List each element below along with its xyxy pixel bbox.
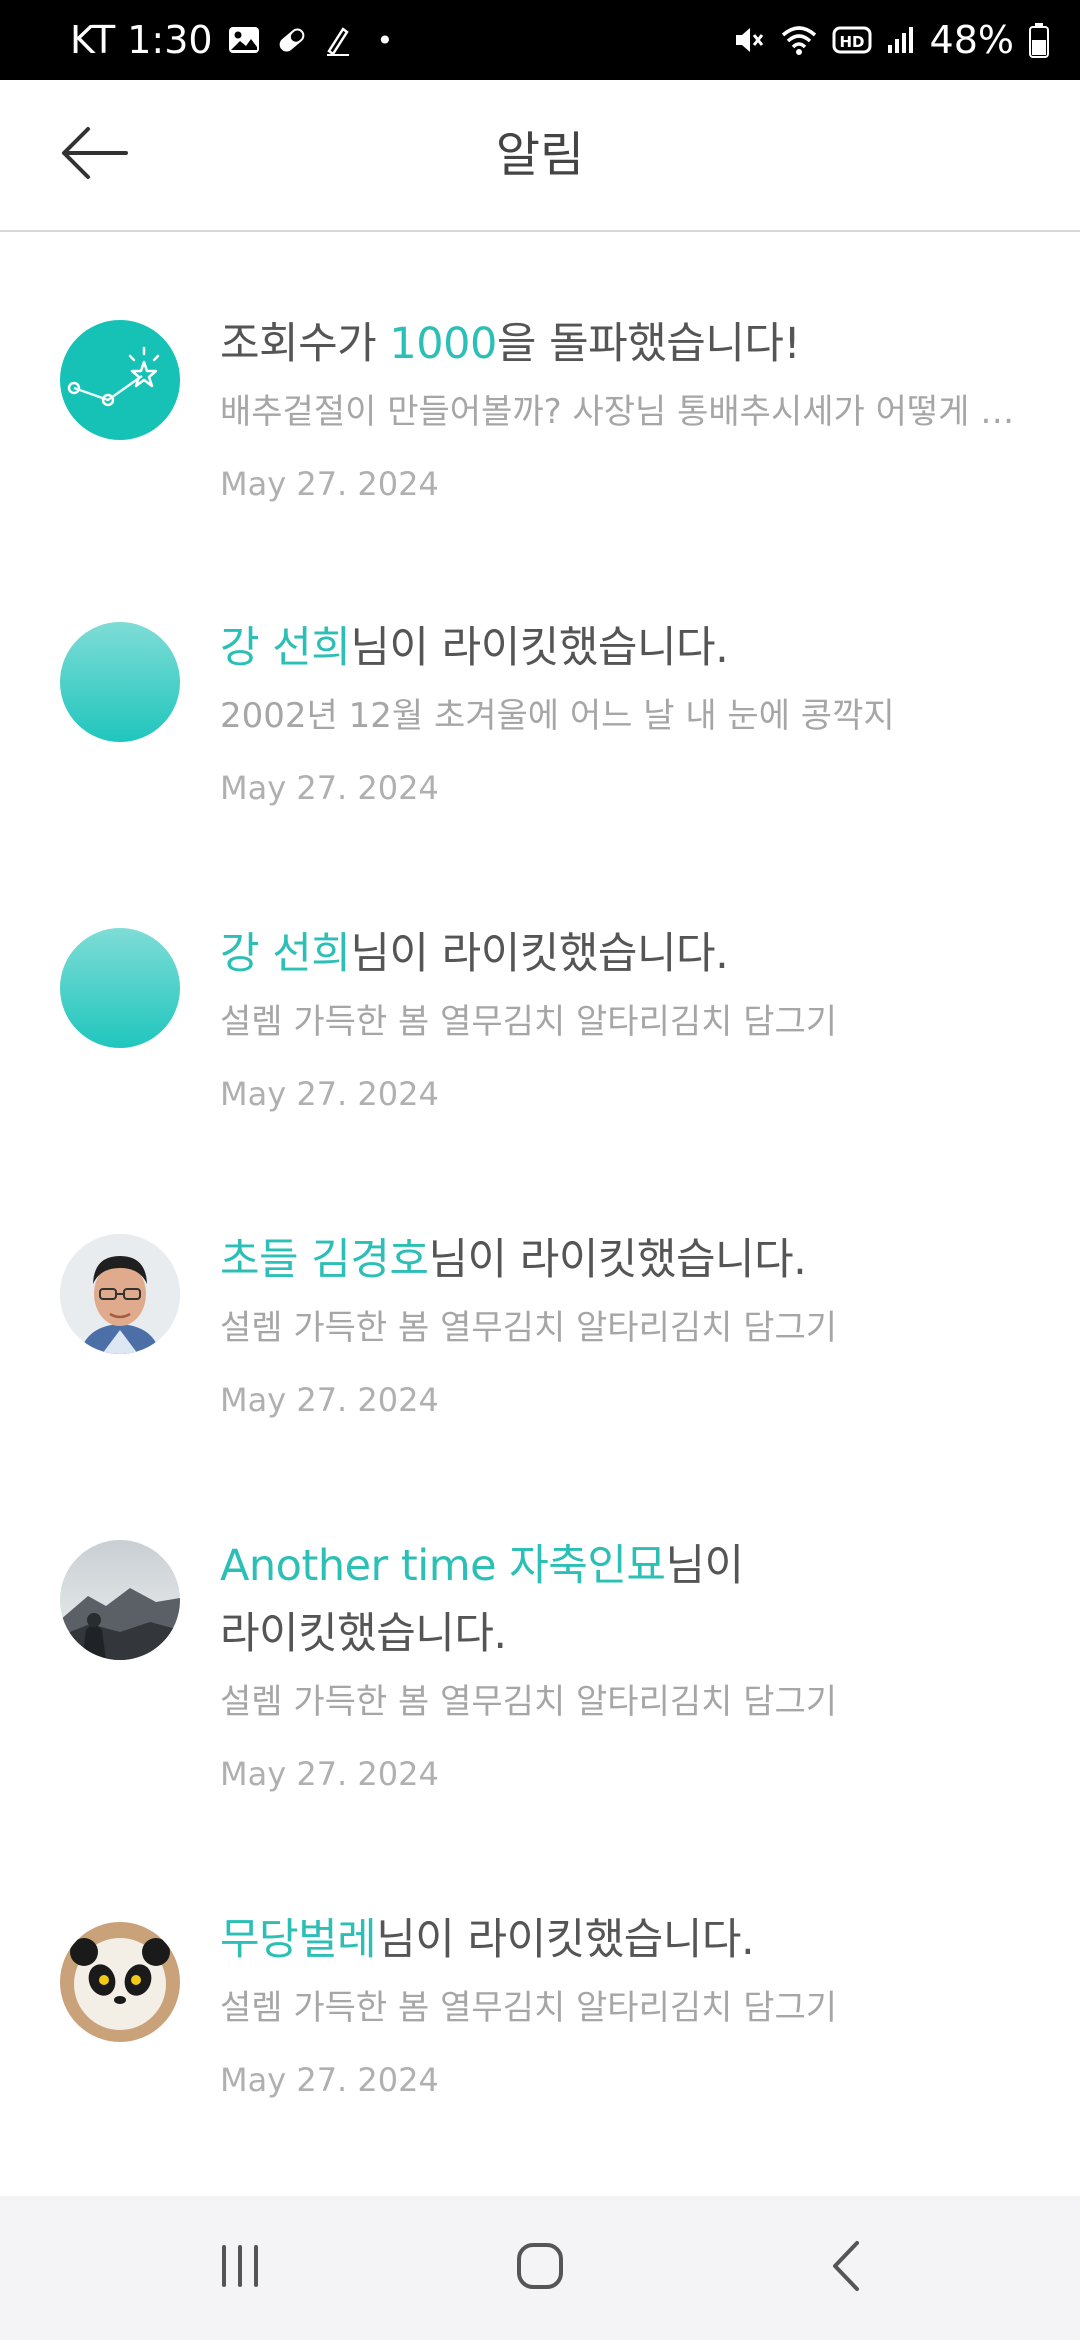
- title-text: 님이 라이킷했습니다.: [350, 929, 729, 979]
- user-name: Another time 자축인묘: [220, 1541, 666, 1591]
- title-text: 님이: [665, 1541, 744, 1591]
- pen-icon: [323, 23, 353, 57]
- notification-content: 강 선희님이 라이킷했습니다. 2002년 12월 초겨울에 어느 날 내 눈에…: [220, 614, 1020, 818]
- recents-button[interactable]: [180, 2226, 300, 2310]
- notification-date: May 27. 2024: [220, 1381, 439, 1419]
- signal-icon: [886, 25, 916, 55]
- notification-title: 무당벌레님이 라이킷했습니다.: [220, 1906, 1020, 1974]
- title-text: 을 돌파했습니다!: [496, 319, 801, 369]
- profile-photo-mountain: [60, 1540, 180, 1660]
- notification-title: 강 선희님이 라이킷했습니다.: [220, 614, 1020, 682]
- notification-date: May 27. 2024: [220, 1755, 439, 1793]
- profile-photo-man: [60, 1234, 180, 1354]
- title-text: 조회수가: [220, 319, 390, 369]
- title-text: 라이킷했습니다.: [220, 1609, 507, 1659]
- notification-date: May 27. 2024: [220, 465, 439, 503]
- notification-date: May 27. 2024: [220, 769, 439, 807]
- notification-date: May 27. 2024: [220, 1075, 439, 1113]
- carrier-time: KT 1:30: [70, 18, 213, 62]
- views-milestone-icon: [60, 320, 180, 440]
- view-count: 1000: [389, 319, 497, 369]
- nav-back-button[interactable]: [786, 2226, 906, 2310]
- notification-item[interactable]: 초들 김경호님이 라이킷했습니다. 설렘 가득한 봄 열무김치 알타리김치 담그…: [0, 1134, 1080, 1440]
- system-nav-bar: [0, 2196, 1080, 2340]
- hd-icon: HD: [832, 25, 872, 55]
- pill-icon: [275, 23, 309, 57]
- status-right: HD 48%: [732, 0, 1050, 80]
- notification-content: 강 선희님이 라이킷했습니다. 설렘 가득한 봄 열무김치 알타리김치 담그기 …: [220, 920, 1020, 1124]
- home-button[interactable]: [480, 2226, 600, 2310]
- notification-subtitle: 2002년 12월 초겨울에 어느 날 내 눈에 콩깍지: [220, 696, 895, 736]
- notification-title: 조회수가 1000을 돌파했습니다!: [220, 310, 1020, 378]
- notification-item[interactable]: 조회수가 1000을 돌파했습니다! 배추겉절이 만들어볼까? 사장님 통배추시…: [0, 232, 1080, 522]
- user-name: 강 선희: [220, 623, 351, 673]
- notification-content: 조회수가 1000을 돌파했습니다! 배추겉절이 만들어볼까? 사장님 통배추시…: [220, 310, 1020, 514]
- mute-icon: [732, 23, 766, 57]
- battery-percent: 48%: [929, 18, 1014, 62]
- notification-item[interactable]: Another time 자축인묘님이라이킷했습니다. 설렘 가득한 봄 열무김…: [0, 1440, 1080, 1814]
- status-left: KT 1:30 •: [70, 0, 393, 80]
- gallery-icon: [227, 23, 261, 57]
- notification-subtitle: 설렘 가득한 봄 열무김치 알타리김치 담그기: [220, 1988, 838, 2028]
- notification-subtitle: 설렘 가득한 봄 열무김치 알타리김치 담그기: [220, 1308, 838, 1348]
- notification-date: May 27. 2024: [220, 2061, 439, 2099]
- app-header: 알림: [0, 80, 1080, 232]
- page-title: 알림: [495, 127, 585, 183]
- battery-icon: [1028, 22, 1050, 58]
- title-text: 님이 라이킷했습니다.: [350, 623, 729, 673]
- status-bar: KT 1:30 • HD 48%: [0, 0, 1080, 80]
- user-name: 무당벌레: [220, 1915, 377, 1965]
- profile-photo-panda: [60, 1922, 180, 2042]
- notification-title: 초들 김경호님이 라이킷했습니다.: [220, 1226, 1020, 1294]
- title-text: 님이 라이킷했습니다.: [376, 1915, 755, 1965]
- notification-subtitle: 배추겉절이 만들어볼까? 사장님 통배추시세가 어떻게 되나요?: [220, 392, 1020, 432]
- nav-back-icon: [821, 2239, 871, 2297]
- notification-title: Another time 자축인묘님이라이킷했습니다.: [220, 1532, 1020, 1668]
- notification-subtitle: 설렘 가득한 봄 열무김치 알타리김치 담그기: [220, 1682, 838, 1722]
- user-name: 강 선희: [220, 929, 351, 979]
- teal-avatar: [60, 622, 180, 742]
- notification-item[interactable]: 무당벌레님이 라이킷했습니다. 설렘 가득한 봄 열무김치 알타리김치 담그기 …: [0, 1814, 1080, 2114]
- home-icon: [515, 2241, 565, 2295]
- svg-text:HD: HD: [839, 33, 864, 51]
- title-text: 님이 라이킷했습니다.: [428, 1235, 807, 1285]
- notification-item[interactable]: 강 선희님이 라이킷했습니다. 2002년 12월 초겨울에 어느 날 내 눈에…: [0, 522, 1080, 828]
- teal-avatar: [60, 928, 180, 1048]
- recents-icon: [215, 2241, 265, 2295]
- notification-dot: •: [376, 23, 394, 57]
- notification-subtitle: 설렘 가득한 봄 열무김치 알타리김치 담그기: [220, 1002, 838, 1042]
- notification-item[interactable]: 강 선희님이 라이킷했습니다. 설렘 가득한 봄 열무김치 알타리김치 담그기 …: [0, 828, 1080, 1134]
- notification-content: Another time 자축인묘님이라이킷했습니다. 설렘 가득한 봄 열무김…: [220, 1532, 1020, 1804]
- notification-content: 초들 김경호님이 라이킷했습니다. 설렘 가득한 봄 열무김치 알타리김치 담그…: [220, 1226, 1020, 1430]
- notification-content: 무당벌레님이 라이킷했습니다. 설렘 가득한 봄 열무김치 알타리김치 담그기 …: [220, 1906, 1020, 2110]
- wifi-icon: [780, 23, 818, 57]
- notification-title: 강 선희님이 라이킷했습니다.: [220, 920, 1020, 988]
- user-name: 초들 김경호: [220, 1235, 429, 1285]
